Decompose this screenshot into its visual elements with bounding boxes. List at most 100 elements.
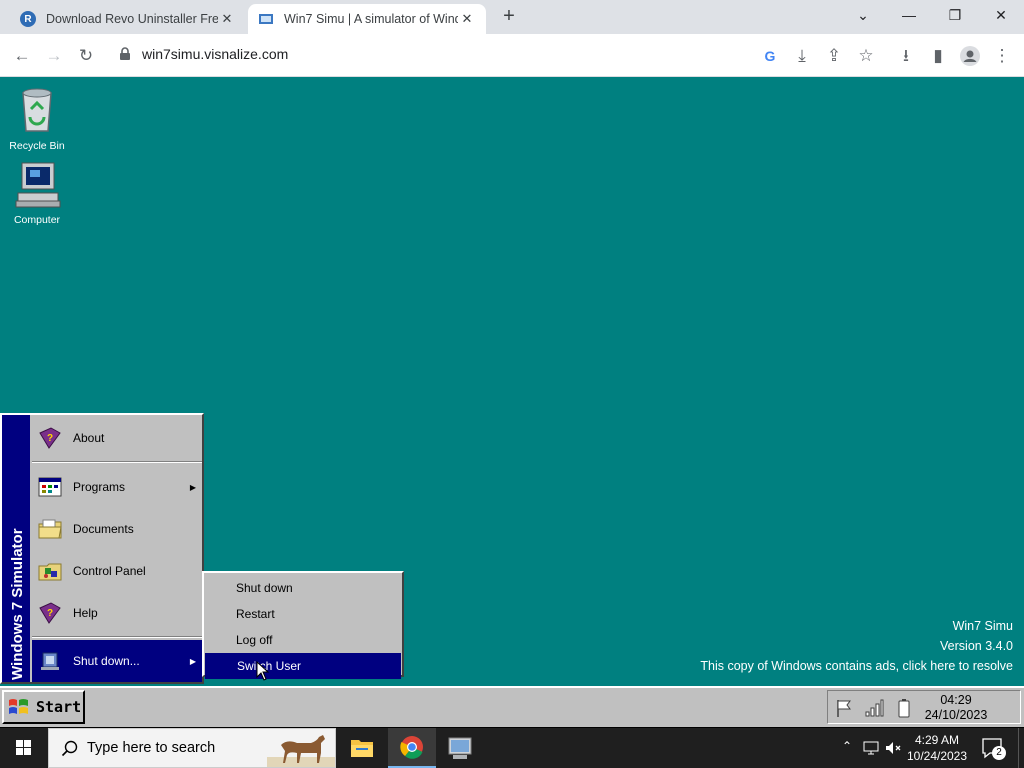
show-desktop-button[interactable]	[1018, 728, 1024, 768]
browser-toolbar: ← → ↻ win7simu.visnalize.com G ⤓ ⇪ ☆ ⭳ ▮…	[0, 34, 1024, 77]
desktop-icon-label: Computer	[13, 214, 61, 226]
windows-flag-icon	[9, 699, 28, 714]
bookmark-star-icon[interactable]: ☆	[852, 42, 880, 70]
close-tab-icon[interactable]: ✕	[458, 11, 476, 27]
start-menu-banner-text: Windows 7 Simulator	[9, 528, 26, 680]
submenu-item-shut-down[interactable]: Shut down	[204, 575, 402, 601]
svg-text:?: ?	[47, 608, 53, 619]
host-taskbar: Type here to search ⌃ 4:29 AM 10/24/2023…	[0, 728, 1024, 768]
start-menu-item-control-panel[interactable]: Control Panel	[32, 550, 202, 592]
desktop-icon-recycle-bin[interactable]: Recycle Bin	[0, 83, 74, 152]
host-search-box[interactable]: Type here to search	[48, 728, 336, 768]
host-start-button[interactable]	[0, 728, 48, 768]
tab-search-chevron-icon[interactable]: ⌄	[840, 0, 886, 30]
minimize-button[interactable]: —	[886, 0, 932, 30]
submenu-item-restart[interactable]: Restart	[204, 601, 402, 627]
start-menu-item-label: Documents	[73, 522, 134, 536]
host-time: 4:29 AM	[914, 733, 960, 747]
start-menu-separator	[32, 636, 202, 638]
computer-icon	[15, 162, 61, 208]
host-app-file-explorer[interactable]	[338, 728, 386, 768]
activation-watermark[interactable]: Win7 Simu Version 3.4.0 This copy of Win…	[700, 616, 1013, 676]
simulator-desktop[interactable]: Recycle Bin Computer Win7 Simu Version 3…	[0, 77, 1024, 686]
windows-logo-icon	[16, 740, 31, 755]
host-app-chrome[interactable]	[388, 728, 436, 768]
search-icon	[61, 740, 78, 757]
start-menu-banner: Windows 7 Simulator	[2, 415, 30, 682]
start-menu-separator	[32, 461, 202, 463]
start-menu-item-help[interactable]: ? Help	[32, 592, 202, 634]
profile-avatar-icon[interactable]	[956, 42, 984, 70]
signal-icon[interactable]	[864, 698, 884, 718]
mouse-cursor-icon	[256, 661, 270, 681]
recycle-bin-icon	[22, 88, 52, 132]
simulator-time: 04:29	[940, 693, 972, 707]
programs-icon	[38, 477, 62, 497]
host-app-win7simu[interactable]	[436, 728, 484, 768]
host-clock[interactable]: 4:29 AM 10/24/2023	[902, 732, 972, 764]
start-menu-item-label: About	[73, 431, 105, 445]
chrome-icon	[400, 736, 423, 759]
start-menu-item-shut-down[interactable]: Shut down... ▶	[32, 640, 202, 682]
start-menu-item-label: Shut down...	[73, 654, 140, 668]
start-menu-item-documents[interactable]: Documents	[32, 508, 202, 550]
start-menu-item-programs[interactable]: Programs ▶	[32, 466, 202, 508]
watermark-version: Version 3.4.0	[940, 639, 1013, 653]
start-menu-item-about[interactable]: ? About	[32, 417, 202, 459]
watermark-product: Win7 Simu	[952, 619, 1013, 633]
tab-revo-uninstaller[interactable]: R Download Revo Uninstaller Free ✕	[10, 4, 246, 34]
google-lens-icon[interactable]: G	[756, 42, 784, 70]
win7simu-icon	[258, 11, 274, 27]
file-explorer-icon	[351, 740, 373, 757]
simulator-clock[interactable]: 04:29 24/10/2023	[920, 693, 992, 723]
search-highlight-horse-icon	[267, 735, 335, 767]
desktop-icon-computer[interactable]: Computer	[0, 161, 74, 226]
tab-title: Win7 Simu | A simulator of Windows	[284, 12, 458, 26]
submenu-arrow-icon: ▶	[189, 656, 196, 666]
host-date: 10/24/2023	[906, 749, 968, 763]
shutdown-icon	[41, 652, 59, 670]
simulator-start-button[interactable]: Start	[2, 690, 85, 724]
simulator-date: 24/10/2023	[924, 708, 988, 722]
flag-icon[interactable]	[834, 698, 854, 718]
lock-icon[interactable]	[119, 47, 131, 61]
documents-folder-icon	[38, 519, 62, 539]
tab-win7simu[interactable]: Win7 Simu | A simulator of Windows ✕	[248, 4, 486, 34]
start-menu-item-label: Control Panel	[73, 564, 146, 578]
forward-button[interactable]: →	[40, 42, 68, 70]
back-button[interactable]: ←	[8, 42, 36, 70]
notification-count-badge: 2	[992, 746, 1006, 760]
reload-button[interactable]: ↻	[72, 42, 100, 70]
show-hidden-icons-chevron-icon[interactable]: ⌃	[838, 739, 856, 757]
downloads-icon[interactable]: ⭳	[892, 42, 920, 70]
submenu-item-log-off[interactable]: Log off	[204, 627, 402, 653]
new-tab-button[interactable]: +	[498, 6, 520, 28]
start-menu: Windows 7 Simulator ? About Programs ▶ D…	[0, 413, 204, 684]
submenu-item-switch-user[interactable]: Switch User	[205, 653, 401, 679]
revo-icon: R	[20, 11, 36, 27]
simulator-system-tray: 04:29 24/10/2023	[827, 690, 1021, 724]
submenu-arrow-icon: ▶	[189, 482, 196, 492]
shutdown-submenu: Shut down Restart Log off Switch User	[202, 571, 404, 679]
close-window-button[interactable]: ✕	[978, 0, 1024, 30]
win7simu-app-icon	[448, 737, 472, 759]
host-search-placeholder: Type here to search	[87, 740, 216, 756]
browser-tab-strip: R Download Revo Uninstaller Free ✕ Win7 …	[0, 0, 1024, 34]
help-book-icon: ?	[39, 602, 61, 624]
network-icon[interactable]	[862, 739, 880, 757]
chrome-menu-icon[interactable]: ⋮	[988, 42, 1016, 70]
volume-muted-icon[interactable]	[884, 739, 902, 757]
close-tab-icon[interactable]: ✕	[218, 11, 236, 27]
share-icon[interactable]: ⇪	[820, 42, 848, 70]
simulator-start-label: Start	[36, 698, 82, 716]
desktop-icon-label: Recycle Bin	[9, 140, 65, 152]
watermark-ads-notice[interactable]: This copy of Windows contains ads, click…	[700, 656, 1013, 676]
restore-button[interactable]: ❐	[932, 0, 978, 30]
install-app-icon[interactable]: ⤓	[788, 42, 816, 70]
side-panel-icon[interactable]: ▮	[924, 42, 952, 70]
battery-icon[interactable]	[894, 698, 914, 718]
svg-text:?: ?	[47, 433, 53, 444]
address-bar[interactable]: win7simu.visnalize.com	[142, 46, 288, 62]
help-book-icon: ?	[39, 427, 61, 449]
notification-center-button[interactable]: 2	[980, 736, 1006, 760]
